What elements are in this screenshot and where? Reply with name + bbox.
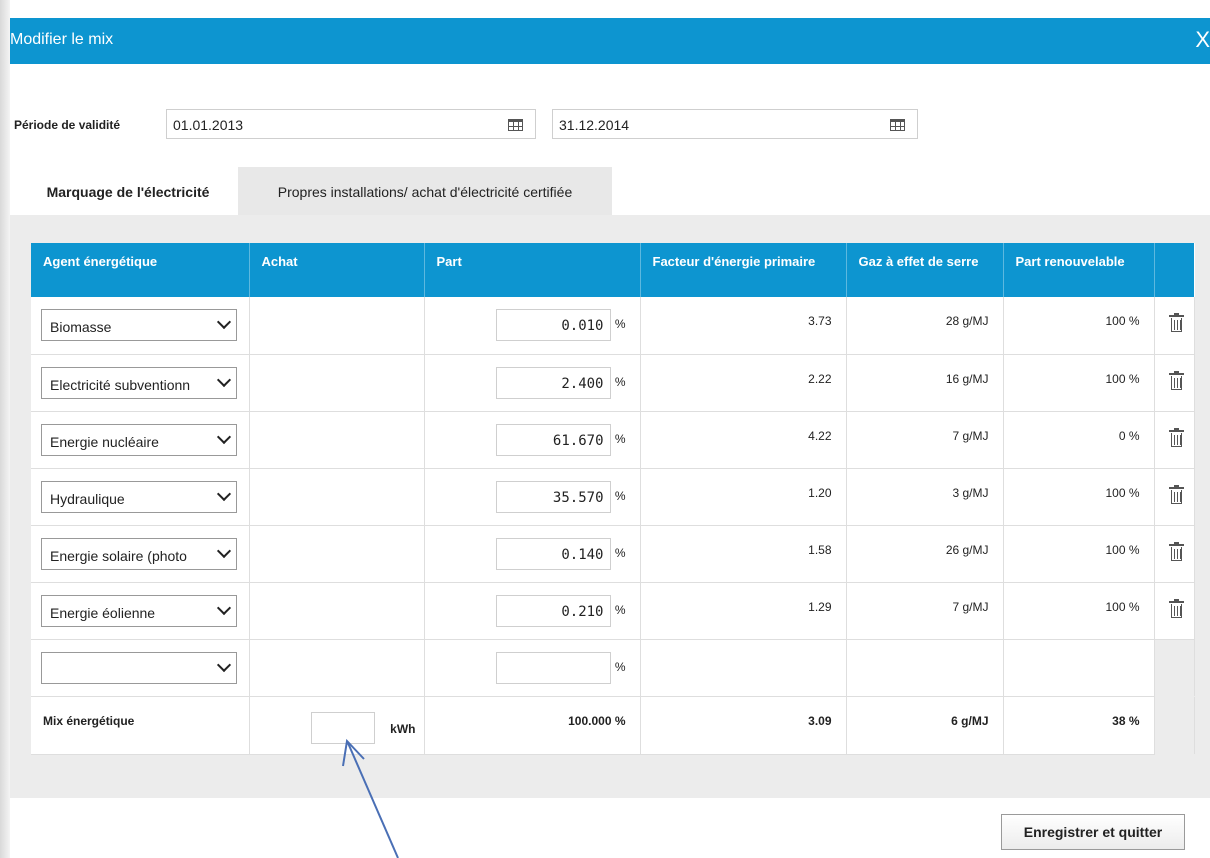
- agent-select[interactable]: Energie solaire (photo: [41, 537, 237, 570]
- header-gaz: Gaz à effet de serre: [846, 243, 1004, 297]
- agent-select[interactable]: Energie nucléaire: [41, 423, 237, 456]
- header-agent: Agent énergétique: [31, 243, 250, 297]
- facteur-value: 2.22: [808, 371, 832, 386]
- total-renouvelable: 38 %: [1112, 713, 1140, 728]
- facteur-value: 1.58: [808, 542, 832, 557]
- trash-icon[interactable]: [1168, 598, 1184, 618]
- part-input[interactable]: 35.570: [495, 480, 611, 513]
- gaz-value: 7 g/MJ: [952, 599, 989, 614]
- agent-select[interactable]: Electricité subventionn: [41, 366, 237, 399]
- kwh-input[interactable]: [310, 711, 375, 744]
- calendar-icon[interactable]: [508, 119, 523, 131]
- tab-marquage[interactable]: Marquage de l'électricité: [18, 167, 238, 215]
- percent-unit: %: [614, 431, 626, 446]
- total-label: Mix énergétique: [43, 713, 135, 728]
- agent-select-value: Energie solaire (photo: [50, 547, 187, 564]
- percent-unit: %: [614, 602, 626, 617]
- part-input[interactable]: [495, 651, 611, 684]
- table-total-row: Mix énergétique kWh 100.000 % 3.09 6 g/M…: [31, 696, 1195, 755]
- agent-select[interactable]: [41, 651, 237, 684]
- header-part: Part: [424, 243, 641, 297]
- start-date-value: 01.01.2013: [173, 117, 244, 133]
- total-facteur: 3.09: [808, 713, 832, 728]
- close-icon[interactable]: X: [1195, 29, 1210, 51]
- gaz-value: 28 g/MJ: [945, 314, 989, 328]
- end-date-field[interactable]: 31.12.2014: [552, 109, 918, 139]
- table-header-row: Agent énergétique Achat Part Facteur d'é…: [31, 243, 1195, 297]
- percent-unit: %: [614, 374, 626, 389]
- mix-table: Agent énergétique Achat Part Facteur d'é…: [31, 243, 1195, 755]
- renouvelable-value: 0 %: [1118, 428, 1140, 443]
- trash-icon[interactable]: [1168, 484, 1184, 504]
- facteur-value: 3.73: [808, 314, 832, 328]
- renouvelable-value: 100 %: [1105, 542, 1140, 557]
- table-row: Biomasse 0.010 % 3.73 28 g/MJ 100 %: [31, 297, 1195, 355]
- gaz-value: 16 g/MJ: [945, 371, 989, 386]
- table-row: Energie éolienne 0.210 % 1.29 7 g/MJ 100…: [31, 582, 1195, 640]
- gaz-value: 3 g/MJ: [952, 485, 989, 500]
- percent-unit: %: [614, 317, 626, 331]
- agent-select[interactable]: Biomasse: [41, 309, 237, 341]
- agent-select-value: Electricité subventionn: [50, 376, 191, 393]
- calendar-icon[interactable]: [890, 119, 905, 131]
- header-achat: Achat: [249, 243, 425, 297]
- table-row: Energie nucléaire 61.670 % 4.22 7 g/MJ 0…: [31, 411, 1195, 469]
- part-input[interactable]: 0.010: [495, 309, 611, 341]
- trash-icon[interactable]: [1168, 370, 1184, 390]
- renouvelable-value: 100 %: [1105, 485, 1140, 500]
- renouvelable-value: 100 %: [1105, 371, 1140, 386]
- dialog-title: Modifier le mix: [10, 31, 114, 48]
- agent-select-value: Biomasse: [50, 319, 112, 335]
- trash-icon[interactable]: [1168, 313, 1184, 332]
- part-input[interactable]: 2.400: [495, 366, 611, 399]
- agent-select-value: Hydraulique: [50, 490, 125, 507]
- total-gaz: 6 g/MJ: [951, 713, 989, 728]
- start-date-field[interactable]: 01.01.2013: [166, 109, 536, 139]
- percent-unit: %: [614, 545, 626, 560]
- part-input[interactable]: 61.670: [495, 423, 611, 456]
- renouvelable-value: 100 %: [1105, 599, 1140, 614]
- facteur-value: 1.20: [808, 485, 832, 500]
- tab-propres-installations[interactable]: Propres installations/ achat d'électrici…: [238, 167, 612, 215]
- end-date-value: 31.12.2014: [559, 117, 630, 133]
- agent-select-value: Energie nucléaire: [50, 433, 159, 450]
- percent-unit: %: [614, 659, 626, 674]
- total-part: 100.000 %: [568, 713, 626, 728]
- agent-select[interactable]: Hydraulique: [41, 480, 237, 513]
- header-renouvelable: Part renouvelable: [1003, 243, 1155, 297]
- table-row-empty: %: [31, 639, 1195, 697]
- gaz-value: 7 g/MJ: [952, 428, 989, 443]
- renouvelable-value: 100 %: [1105, 314, 1140, 328]
- part-input[interactable]: 0.140: [495, 537, 611, 570]
- period-label: Période de validité: [14, 118, 121, 132]
- header-facteur: Facteur d'énergie primaire: [640, 243, 847, 297]
- agent-select-value: Energie éolienne: [50, 604, 156, 621]
- trash-icon[interactable]: [1168, 541, 1184, 561]
- table-row: Hydraulique 35.570 % 1.20 3 g/MJ 100 %: [31, 468, 1195, 526]
- table-row: Electricité subventionn 2.400 % 2.22 16 …: [31, 354, 1195, 412]
- dialog-titlebar: Modifier le mix X: [10, 18, 1210, 64]
- dialog-shadow: [0, 0, 10, 858]
- gaz-value: 26 g/MJ: [945, 542, 989, 557]
- part-input[interactable]: 0.210: [495, 594, 611, 627]
- agent-select[interactable]: Energie éolienne: [41, 594, 237, 627]
- header-actions: [1154, 243, 1195, 297]
- trash-icon[interactable]: [1168, 427, 1184, 447]
- table-row: Energie solaire (photo 0.140 % 1.58 26 g…: [31, 525, 1195, 583]
- percent-unit: %: [614, 488, 626, 503]
- facteur-value: 1.29: [808, 599, 832, 614]
- save-and-quit-button[interactable]: Enregistrer et quitter: [1001, 814, 1185, 850]
- kwh-unit: kWh: [390, 721, 416, 736]
- facteur-value: 4.22: [808, 428, 832, 443]
